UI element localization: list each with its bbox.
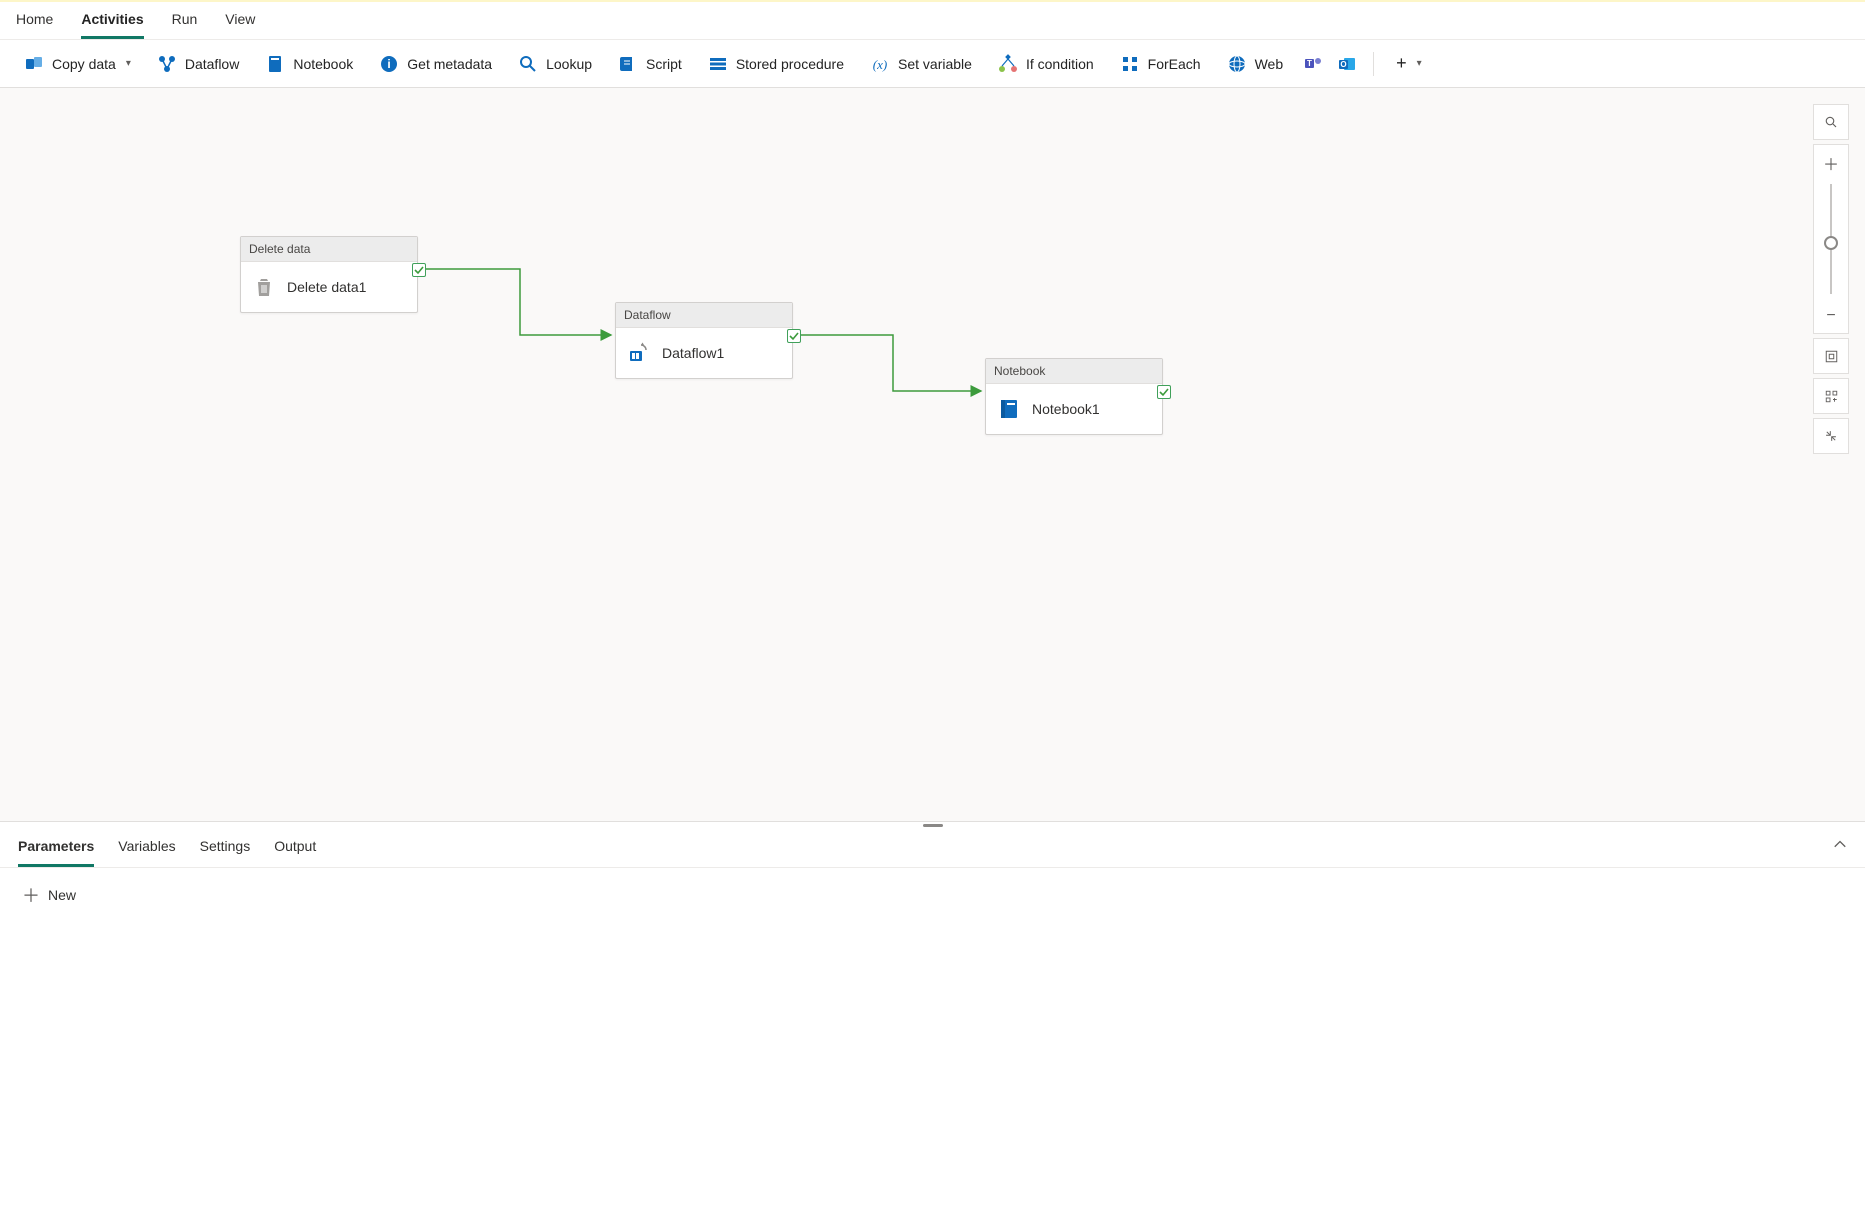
- variable-icon: (x): [870, 54, 890, 74]
- bottom-tab-parameters[interactable]: Parameters: [18, 828, 94, 867]
- toolbar-script[interactable]: Script: [608, 48, 692, 80]
- if-icon: [998, 54, 1018, 74]
- bottom-tab-settings[interactable]: Settings: [200, 828, 251, 867]
- connectors-layer: [0, 88, 1865, 821]
- svg-text:(x): (x): [873, 57, 887, 72]
- toolbar-label: If condition: [1026, 56, 1094, 72]
- svg-text:O: O: [1341, 60, 1347, 69]
- node-name: Notebook1: [1032, 401, 1100, 417]
- success-badge[interactable]: [412, 263, 426, 277]
- minimize-button[interactable]: [1813, 418, 1849, 454]
- plus-icon: ＋: [22, 882, 40, 908]
- foreach-icon: [1120, 54, 1140, 74]
- tab-run[interactable]: Run: [172, 2, 198, 39]
- zoom-in-button[interactable]: ＋: [1813, 144, 1849, 180]
- toolbar-foreach[interactable]: ForEach: [1110, 48, 1211, 80]
- notebook-icon: [265, 54, 285, 74]
- node-type-label: Notebook: [986, 359, 1162, 384]
- node-name: Delete data1: [287, 279, 366, 295]
- tab-home[interactable]: Home: [16, 2, 53, 39]
- toolbar-stored-procedure[interactable]: Stored procedure: [698, 48, 854, 80]
- auto-layout-button[interactable]: [1813, 378, 1849, 414]
- bottom-tab-variables[interactable]: Variables: [118, 828, 175, 867]
- chevron-down-icon: ▾: [1417, 58, 1422, 69]
- toolbar-dataflow[interactable]: Dataflow: [147, 48, 249, 80]
- tab-activities[interactable]: Activities: [81, 2, 143, 39]
- toolbar-label: Dataflow: [185, 56, 239, 72]
- toolbar-more[interactable]: + ▾: [1386, 47, 1432, 80]
- node-notebook[interactable]: Notebook Notebook1: [985, 358, 1163, 435]
- pipeline-canvas[interactable]: Delete data Delete data1 Dataflow Datafl…: [0, 88, 1865, 821]
- toolbar-label: Copy data: [52, 56, 116, 72]
- toolbar-if-condition[interactable]: If condition: [988, 48, 1104, 80]
- success-badge[interactable]: [1157, 385, 1171, 399]
- zoom-fit-button[interactable]: [1813, 338, 1849, 374]
- bottom-panel: Parameters Variables Settings Output ＋ N…: [0, 821, 1865, 1228]
- toolbar-label: Web: [1255, 56, 1284, 72]
- bottom-tabs: Parameters Variables Settings Output: [0, 828, 1865, 868]
- node-type-label: Dataflow: [616, 303, 792, 328]
- chevron-down-icon: ▾: [126, 58, 131, 69]
- toolbar-copy-data[interactable]: Copy data ▾: [14, 48, 141, 80]
- toolbar-label: Script: [646, 56, 682, 72]
- activities-toolbar: Copy data ▾ Dataflow Notebook i Get meta…: [0, 40, 1865, 88]
- dataflow-icon: [157, 54, 177, 74]
- success-badge[interactable]: [787, 329, 801, 343]
- notebook-node-icon: [996, 396, 1022, 422]
- toolbar-separator: [1373, 52, 1374, 76]
- copy-data-icon: [24, 54, 44, 74]
- web-icon: [1227, 54, 1247, 74]
- node-name: Dataflow1: [662, 345, 724, 361]
- bottom-tab-output[interactable]: Output: [274, 828, 316, 867]
- node-delete-data[interactable]: Delete data Delete data1: [240, 236, 418, 313]
- toolbar-label: Notebook: [293, 56, 353, 72]
- panel-collapse-button[interactable]: [1833, 838, 1847, 855]
- zoom-out-button[interactable]: −: [1813, 298, 1849, 334]
- info-icon: i: [379, 54, 399, 74]
- plus-icon: +: [1396, 53, 1407, 74]
- toolbar-label: Get metadata: [407, 56, 492, 72]
- dataflow-node-icon: [626, 340, 652, 366]
- outlook-icon: O: [1337, 54, 1357, 74]
- svg-text:T: T: [1307, 59, 1312, 68]
- toolbar-label: Lookup: [546, 56, 592, 72]
- toolbar-outlook[interactable]: O: [1333, 48, 1361, 80]
- toolbar-label: Stored procedure: [736, 56, 844, 72]
- zoom-slider-thumb[interactable]: [1824, 236, 1838, 250]
- trash-icon: [251, 274, 277, 300]
- toolbar-set-variable[interactable]: (x) Set variable: [860, 48, 982, 80]
- toolbar-label: ForEach: [1148, 56, 1201, 72]
- stored-proc-icon: [708, 54, 728, 74]
- toolbar-teams[interactable]: T: [1299, 48, 1327, 80]
- toolbar-lookup[interactable]: Lookup: [508, 48, 602, 80]
- toolbar-label: Set variable: [898, 56, 972, 72]
- canvas-search-button[interactable]: [1813, 104, 1849, 140]
- top-tabs: Home Activities Run View: [0, 0, 1865, 40]
- canvas-side-rail: ＋ −: [1813, 104, 1849, 454]
- script-icon: [618, 54, 638, 74]
- bottom-panel-body: ＋ New: [0, 868, 1865, 1228]
- new-label: New: [48, 887, 76, 903]
- tab-view[interactable]: View: [225, 2, 255, 39]
- node-dataflow[interactable]: Dataflow Dataflow1: [615, 302, 793, 379]
- node-type-label: Delete data: [241, 237, 417, 262]
- toolbar-notebook[interactable]: Notebook: [255, 48, 363, 80]
- toolbar-web[interactable]: Web: [1217, 48, 1294, 80]
- teams-icon: T: [1303, 54, 1323, 74]
- search-icon: [518, 54, 538, 74]
- toolbar-get-metadata[interactable]: i Get metadata: [369, 48, 502, 80]
- svg-text:i: i: [388, 57, 391, 71]
- new-parameter-button[interactable]: ＋ New: [22, 882, 76, 908]
- zoom-slider[interactable]: [1830, 184, 1832, 294]
